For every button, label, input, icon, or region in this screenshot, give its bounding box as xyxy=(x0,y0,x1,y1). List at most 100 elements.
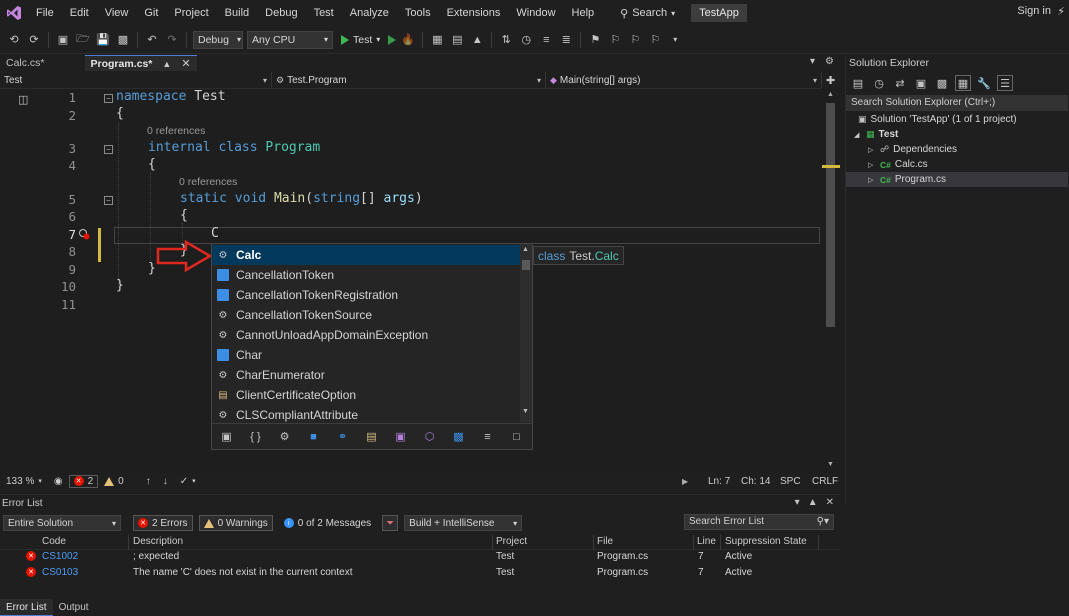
bookmark-left-icon[interactable]: ◷ xyxy=(518,32,534,48)
column-header-description[interactable]: Description xyxy=(133,536,183,547)
tab-error-list[interactable]: Error List xyxy=(0,599,53,616)
menu-debug[interactable]: Debug xyxy=(257,0,305,26)
sync-active-document-icon[interactable]: ▤ xyxy=(850,75,866,91)
menu-git[interactable]: Git xyxy=(136,0,166,26)
save-all-icon[interactable]: ▩ xyxy=(115,32,131,48)
start-debugging-button[interactable]: Test ▾ xyxy=(341,34,380,46)
menu-extensions[interactable]: Extensions xyxy=(439,0,509,26)
enum-filter-icon[interactable]: ▤ xyxy=(363,428,380,445)
collapsed-triangle-icon[interactable]: ▷ xyxy=(868,176,876,184)
collapsed-triangle-icon[interactable]: ▷ xyxy=(868,146,876,154)
platform-select[interactable]: Any CPU ▾ xyxy=(247,30,333,49)
column-divider[interactable] xyxy=(818,535,819,550)
snippet-filter-icon[interactable]: ▩ xyxy=(450,428,467,445)
delegate-filter-icon[interactable]: ▣ xyxy=(392,428,409,445)
codelens-references[interactable]: 0 references xyxy=(147,125,205,137)
scroll-right-icon[interactable]: ▶ xyxy=(682,477,688,486)
warnings-toggle[interactable]: 0 Warnings xyxy=(198,515,273,531)
clear-bookmarks-icon[interactable]: ⚐ xyxy=(647,32,663,48)
scroll-down-icon[interactable]: ▼ xyxy=(522,408,529,415)
menu-test[interactable]: Test xyxy=(306,0,342,26)
completion-scrollbar[interactable]: ▲ ▼ xyxy=(520,244,532,422)
target-type-filter-icon[interactable]: □ xyxy=(508,428,525,445)
toolbar-overflow-icon[interactable]: ▾ xyxy=(667,32,683,48)
navigate-back-icon[interactable]: ⟲ xyxy=(6,32,22,48)
column-header-suppression[interactable]: Suppression State xyxy=(725,536,807,547)
indentation-indicator[interactable]: SPC xyxy=(780,476,801,487)
code-cleanup-button[interactable]: ✓ ▾ xyxy=(174,476,202,487)
comment-icon[interactable]: ≡ xyxy=(538,32,554,48)
column-header-code[interactable]: Code xyxy=(42,536,66,547)
switch-views-icon[interactable]: ⇄ xyxy=(892,75,908,91)
visual-studio-logo-icon[interactable] xyxy=(0,0,28,26)
struct-filter-icon[interactable]: ■ xyxy=(305,428,322,445)
scrollbar-thumb[interactable] xyxy=(826,103,835,327)
scope-dropdown[interactable]: Entire Solution ▾ xyxy=(3,515,121,531)
layout-icon[interactable]: ▤ xyxy=(449,32,465,48)
pin-icon[interactable]: ▲ xyxy=(808,497,818,508)
menu-help[interactable]: Help xyxy=(564,0,603,26)
project-dropdown[interactable]: Test ▾ xyxy=(0,72,272,88)
completion-item[interactable]: ▤ ClientCertificateOption xyxy=(212,385,520,405)
column-divider[interactable] xyxy=(128,535,129,550)
error-code-link[interactable]: CS0103 xyxy=(42,567,78,578)
namespace-filter-icon[interactable]: { } xyxy=(247,428,264,445)
error-list-search[interactable]: Search Error List ⚲▾ xyxy=(684,514,834,530)
properties-icon[interactable]: 🔧 xyxy=(976,75,992,91)
menu-project[interactable]: Project xyxy=(166,0,216,26)
completion-item[interactable]: ⚙ Calc xyxy=(212,245,520,265)
collapse-class-icon[interactable]: − xyxy=(104,145,113,154)
prev-bookmark-icon[interactable]: ⚐ xyxy=(607,32,623,48)
copilot-status[interactable]: ◉ xyxy=(48,476,69,487)
preview-selected-icon[interactable]: ☰ xyxy=(997,75,1013,91)
type-dropdown[interactable]: ⚙ Test.Program ▾ xyxy=(272,72,546,88)
collapse-method-icon[interactable]: − xyxy=(104,196,113,205)
scroll-down-icon[interactable]: ▼ xyxy=(827,461,834,468)
column-divider[interactable] xyxy=(492,535,493,550)
class-filter-icon[interactable]: ⚙ xyxy=(276,428,293,445)
history-icon[interactable]: ◷ xyxy=(871,75,887,91)
errors-toggle[interactable]: ✕ 2 Errors xyxy=(133,515,193,531)
undo-icon[interactable]: ↶ xyxy=(144,32,160,48)
open-folder-icon[interactable]: 🗁 xyxy=(75,32,91,48)
menu-view[interactable]: View xyxy=(97,0,137,26)
tree-project[interactable]: ◢ ▦ Test xyxy=(846,127,1068,142)
save-icon[interactable]: 💾 xyxy=(95,32,111,48)
screenshot-icon[interactable]: ▲ xyxy=(469,32,485,48)
tree-solution[interactable]: ▣ Solution 'TestApp' (1 of 1 project) xyxy=(846,112,1068,127)
column-header-line[interactable]: Line xyxy=(697,536,716,547)
menu-tools[interactable]: Tools xyxy=(397,0,439,26)
column-divider[interactable] xyxy=(593,535,594,550)
show-all-files-icon[interactable]: ▩ xyxy=(934,75,950,91)
completion-item[interactable]: ⚙ CLSCompliantAttribute xyxy=(212,405,520,425)
split-editor-icon[interactable]: ✚ xyxy=(826,74,835,87)
tree-item-dependencies[interactable]: ▷ ☍ Dependencies xyxy=(846,142,1068,157)
new-project-icon[interactable]: ▣ xyxy=(55,32,71,48)
intellisense-completion-list[interactable]: ⚙ Calc CancellationToken CancellationTok… xyxy=(211,243,533,450)
bookmark-icon[interactable]: ⚑ xyxy=(587,32,603,48)
collapse-namespace-icon[interactable]: − xyxy=(104,94,113,103)
tab-calc-cs[interactable]: Calc.cs* xyxy=(0,55,51,71)
pending-changes-filter-icon[interactable]: ▦ xyxy=(955,75,971,91)
configuration-select[interactable]: Debug ▾ xyxy=(193,30,243,49)
column-indicator[interactable]: Ch: 14 xyxy=(741,476,770,487)
navigate-forward-icon[interactable]: ⟳ xyxy=(26,32,42,48)
menu-edit[interactable]: Edit xyxy=(62,0,97,26)
tab-output[interactable]: Output xyxy=(53,599,95,616)
account-icon[interactable]: ⚡ xyxy=(1057,5,1065,18)
completion-item[interactable]: ⚙ CharEnumerator xyxy=(212,365,520,385)
filter-button[interactable]: ⏷ xyxy=(382,515,399,531)
codelens-references[interactable]: 0 references xyxy=(179,176,237,188)
solution-explorer-search[interactable]: Search Solution Explorer (Ctrl+;) xyxy=(846,95,1068,111)
column-header-project[interactable]: Project xyxy=(496,536,527,547)
menu-analyze[interactable]: Analyze xyxy=(342,0,397,26)
tab-program-cs[interactable]: Program.cs* ▲ ✕ xyxy=(84,55,197,71)
error-count[interactable]: ✕ 2 xyxy=(68,474,99,488)
line-ending-indicator[interactable]: CRLF xyxy=(812,476,838,487)
zoom-dropdown[interactable]: 133 % ▾ xyxy=(0,476,48,487)
uncomment-icon[interactable]: ≣ xyxy=(558,32,574,48)
tab-list-dropdown-icon[interactable]: ▾ xyxy=(810,56,815,67)
column-divider[interactable] xyxy=(720,535,721,550)
table-row[interactable]: ✕ CS1002 ; expected Test Program.cs 7 Ac… xyxy=(0,550,840,565)
hot-reload-icon[interactable]: 🔥 xyxy=(400,32,416,48)
